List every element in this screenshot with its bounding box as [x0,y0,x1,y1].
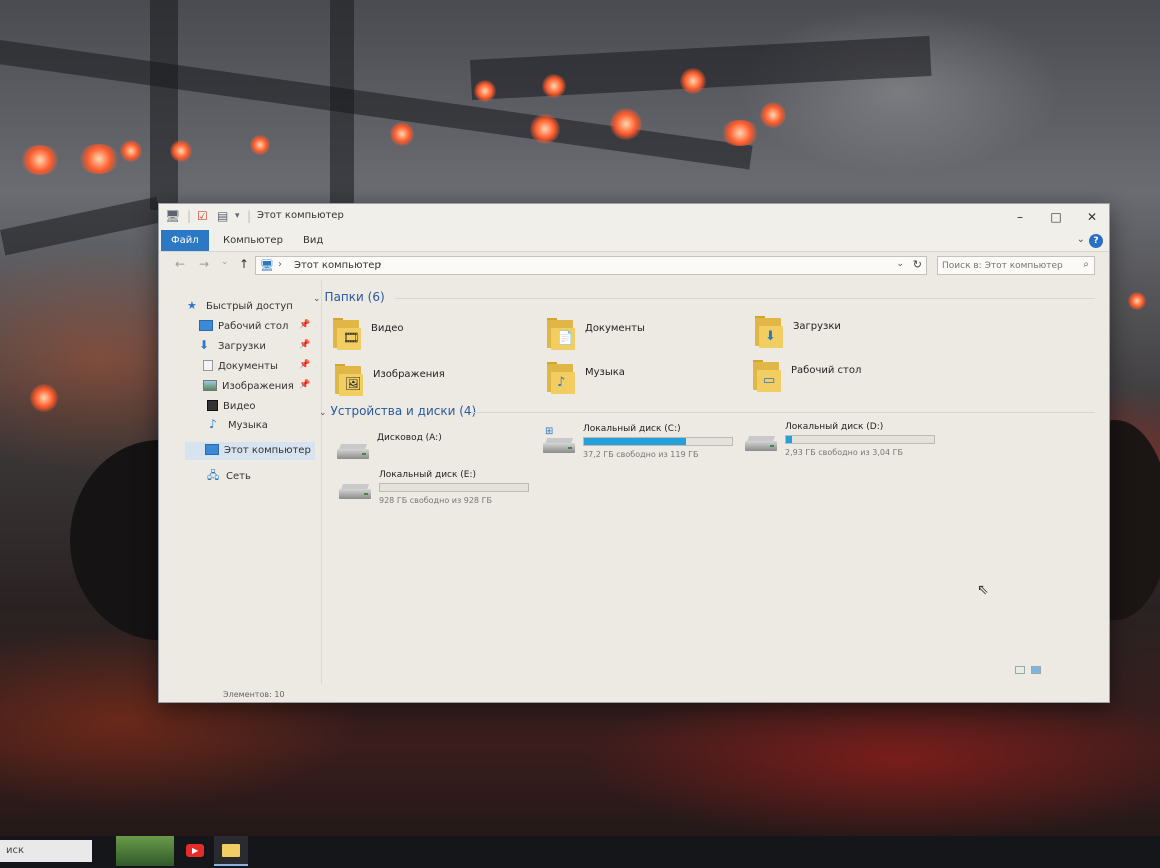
divider: | [247,209,252,223]
nav-music[interactable]: ♪ Музыка [209,417,268,435]
new-folder-icon[interactable]: ▤ [217,209,228,223]
forward-icon[interactable]: → [199,257,209,271]
nav-video[interactable]: Видео [207,398,256,416]
drive-usage-bar [785,435,935,444]
nav-network[interactable]: 🖧 Сеть [207,468,251,486]
music-icon: ♪ [209,416,217,431]
drive-usage-bar [583,437,733,446]
search-box[interactable]: ⌕ [937,256,1095,275]
status-bar-count: Элементов: 10 [223,690,285,699]
hard-drive-icon [339,484,373,500]
drive-tile-e[interactable]: Локальный диск (E:) 928 ГБ свободно из 9… [339,470,539,514]
video-icon [207,399,218,411]
maximize-button[interactable]: □ [1041,208,1071,226]
chevron-down-icon[interactable]: ⌄ [313,294,321,304]
folder-tile-pictures[interactable]: 🖼 Изображения [335,362,525,402]
properties-icon[interactable]: ☑ [197,209,208,223]
chevron-down-icon[interactable]: ⌄ [319,408,327,418]
download-icon: ⬇ [199,337,210,352]
breadcrumb-this-pc[interactable]: Этот компьютер [294,260,381,271]
nav-quick-access[interactable]: ★ Быстрый доступ [187,298,293,316]
large-icons-view-icon[interactable] [1031,666,1041,674]
floppy-drive-icon [337,444,371,460]
tab-file[interactable]: Файл [161,230,209,251]
address-row: ← → ⌄ ↑ 🖥 › Этот компьютер › ⌄ ↻ ⌕ [159,252,1109,278]
chevron-down-icon[interactable]: ⌄ [896,259,904,269]
downloads-folder-icon: ⬇ [755,316,785,348]
up-icon[interactable]: ↑ [239,257,249,271]
pin-icon[interactable]: 📌 [299,360,310,370]
file-explorer-icon[interactable] [214,836,248,866]
customize-quick-access-icon[interactable]: ▾ [235,209,240,223]
tab-computer[interactable]: Компьютер [213,230,293,251]
divider: | [187,209,192,223]
usage-fill [786,436,792,443]
nav-pictures[interactable]: Изображения [203,378,294,396]
taskbar: иск ▶ [0,836,1160,868]
taskbar-app-thumbnail[interactable] [116,836,174,866]
file-explorer-window: 🖥 | ☑ ▤ ▾ | Этот компьютер – □ ✕ Файл Ко… [158,203,1110,703]
pin-icon[interactable]: 📌 [299,380,310,390]
computer-icon [205,443,219,455]
music-folder-icon: ♪ [547,362,577,394]
devices-group-header[interactable]: ⌄ Устройства и диски (4) [319,404,476,418]
folder-tile-video[interactable]: 🎞 Видео [333,316,523,356]
mouse-cursor-icon: ⇖ [977,582,989,598]
folders-group-header[interactable]: ⌄ Папки (6) [313,290,385,304]
taskbar-search[interactable]: иск [0,840,92,862]
document-icon [203,359,213,371]
title-bar: 🖥 | ☑ ▤ ▾ | Этот компьютер – □ ✕ [159,204,1109,230]
computer-icon: 🖥 [260,259,274,272]
windows-drive-icon: ⊞ [543,426,577,454]
drive-tile-c[interactable]: ⊞ Локальный диск (C:) 37,2 ГБ свободно и… [543,424,743,468]
pictures-folder-icon: 🖼 [335,364,365,396]
folder-tile-downloads[interactable]: ⬇ Загрузки [755,314,945,354]
expand-ribbon-icon[interactable]: ⌄ [1077,234,1085,245]
drive-usage-bar [379,483,529,492]
computer-icon: 🖥 [165,209,181,223]
breadcrumb-separator[interactable]: › [278,259,282,270]
nav-desktop[interactable]: Рабочий стол [199,318,288,336]
help-icon[interactable]: ? [1089,234,1103,248]
tab-view[interactable]: Вид [293,230,333,251]
documents-folder-icon: 📄 [547,318,577,350]
folder-tile-documents[interactable]: 📄 Документы [547,316,737,356]
group-divider [471,412,1095,413]
usage-fill [584,438,687,445]
search-input[interactable] [942,259,1072,272]
search-icon[interactable]: ⌕ [1083,259,1089,270]
network-icon: 🖧 [207,468,220,482]
desktop-folder-icon: ▭ [753,360,783,392]
star-icon: ★ [187,298,197,312]
minimize-button[interactable]: – [1005,208,1035,226]
refresh-icon[interactable]: ↻ [913,258,922,271]
close-button[interactable]: ✕ [1077,208,1107,226]
hard-drive-icon [745,436,779,452]
back-icon[interactable]: ← [175,257,185,271]
nav-documents[interactable]: Документы [203,358,278,376]
pane-divider [321,280,322,684]
folder-tile-desktop[interactable]: ▭ Рабочий стол [753,358,943,398]
video-folder-icon: 🎞 [333,318,363,350]
nav-this-pc[interactable]: Этот компьютер [185,442,315,460]
window-title: Этот компьютер [257,210,344,221]
group-divider [395,298,1095,299]
address-bar[interactable]: 🖥 › Этот компьютер › ⌄ ↻ [255,256,927,275]
pin-icon[interactable]: 📌 [299,320,310,330]
drive-tile-a[interactable]: Дисковод (A:) [337,430,537,474]
recent-locations-icon[interactable]: ⌄ [221,257,229,267]
ribbon: Файл Компьютер Вид ⌄ ? [159,230,1109,252]
details-view-icon[interactable] [1015,666,1025,674]
desktop-icon [199,319,213,331]
folder-tile-music[interactable]: ♪ Музыка [547,360,737,400]
drive-tile-d[interactable]: Локальный диск (D:) 2,93 ГБ свободно из … [745,422,945,466]
pictures-icon [203,379,217,391]
nav-downloads[interactable]: ⬇ Загрузки [199,338,266,356]
youtube-icon[interactable]: ▶ [178,836,212,866]
pin-icon[interactable]: 📌 [299,340,310,350]
breadcrumb-separator[interactable]: › [378,259,382,270]
navigation-pane: ★ Быстрый доступ Рабочий стол 📌 ⬇ Загрузки… [159,280,319,680]
